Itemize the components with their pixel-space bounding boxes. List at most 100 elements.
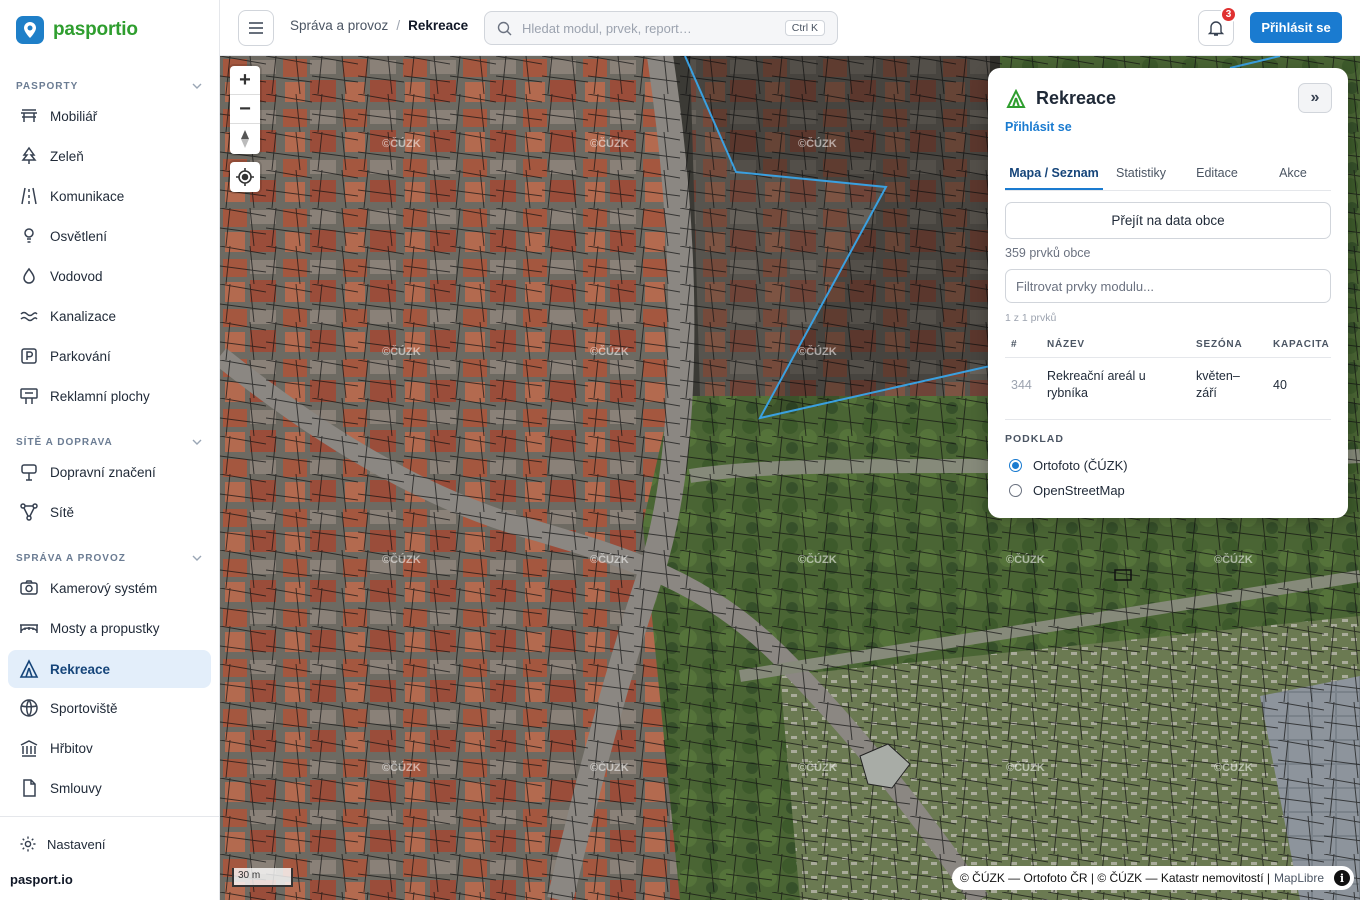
sidebar-item-parkovani[interactable]: Parkování	[8, 337, 211, 375]
menu-toggle-button[interactable]	[238, 10, 274, 46]
bridge-icon	[18, 617, 40, 639]
map-watermark: ©ČÚZK	[590, 138, 629, 150]
zoom-in-button[interactable]: +	[230, 66, 260, 95]
road-icon	[18, 185, 40, 207]
sidebar-item-label: Kamerový systém	[50, 580, 158, 596]
sidebar-item-zelen[interactable]: Zeleň	[8, 137, 211, 175]
chevron-down-icon	[192, 439, 202, 445]
sidebar-item-kanalizace[interactable]: Kanalizace	[8, 297, 211, 335]
sidebar-item-vodovod[interactable]: Vodovod	[8, 257, 211, 295]
panel-tabs: Mapa / Seznam Statistiky Editace Akce	[1005, 160, 1331, 191]
basemap-option-openstreetmap[interactable]: OpenStreetMap	[1009, 483, 1125, 498]
login-button[interactable]: Přihlásit se	[1250, 12, 1342, 43]
lamp-icon	[18, 225, 40, 247]
sidebar-item-hrbitov[interactable]: Hřbitov	[8, 729, 211, 767]
column-header-capacity[interactable]: KAPACITA	[1273, 339, 1330, 350]
search-input[interactable]: Hledat modul, prvek, report… Ctrl K	[484, 11, 838, 45]
sidebar-item-label: Mobiliář	[50, 108, 98, 124]
radio-selected[interactable]	[1009, 459, 1022, 472]
crosshair-icon	[236, 168, 254, 186]
droplet-icon	[18, 265, 40, 287]
sidebar-item-smlouvy[interactable]: Smlouvy	[8, 769, 211, 807]
brand[interactable]: pasportio	[16, 15, 138, 45]
module-panel: Rekreace » Přihlásit se Mapa / Seznam St…	[988, 68, 1348, 518]
sidebar-item-site[interactable]: Sítě	[8, 493, 211, 531]
sidebar-item-label: Osvětlení	[50, 228, 108, 244]
map-attribution: © ČÚZK — Ortofoto ČR | © ČÚZK — Katastr …	[952, 866, 1355, 890]
brand-name: pasportio	[53, 19, 138, 40]
tab-editace[interactable]: Editace	[1179, 160, 1255, 190]
hamburger-icon	[249, 22, 263, 34]
map-watermark: ©ČÚZK	[798, 138, 837, 150]
column-header-id[interactable]: #	[1011, 339, 1017, 350]
sidebar-item-label: Parkování	[50, 348, 111, 364]
bell-icon	[1207, 21, 1225, 36]
results-count: 1 z 1 prvků	[1005, 312, 1057, 324]
breadcrumb: Správa a provoz / Rekreace	[290, 18, 468, 33]
sidebar-item-komunikace[interactable]: Komunikace	[8, 177, 211, 215]
parking-icon	[18, 345, 40, 367]
zoom-out-button[interactable]: −	[230, 95, 260, 124]
sidebar-item-label: Sítě	[50, 504, 75, 520]
sidebar-item-reklamni-plochy[interactable]: Reklamní plochy	[8, 377, 211, 415]
column-header-name[interactable]: NÁZEV	[1047, 339, 1085, 350]
sidebar-item-nastaveni[interactable]: Nastavení	[18, 834, 106, 854]
info-icon[interactable]: i	[1334, 870, 1351, 886]
chevron-down-icon	[192, 83, 202, 89]
tent-icon	[1006, 88, 1026, 109]
map-watermark: ©ČÚZK	[382, 138, 421, 150]
panel-login-link[interactable]: Přihlásit se	[1005, 120, 1072, 134]
section-site-a-doprava[interactable]: SÍTĚ A DOPRAVA	[16, 435, 204, 449]
camera-icon	[18, 577, 40, 599]
zoom-controls: + −	[230, 66, 260, 154]
cell-capacity: 40	[1273, 378, 1287, 392]
map-watermark: ©ČÚZK	[798, 554, 837, 566]
collapse-panel-button[interactable]: »	[1298, 83, 1332, 113]
sidebar-item-rekreace[interactable]: Rekreace	[8, 650, 211, 688]
breadcrumb-parent[interactable]: Správa a provoz	[290, 18, 388, 33]
cell-name: Rekreační areál u rybníka	[1047, 369, 1146, 400]
landmark-icon	[18, 737, 40, 759]
column-header-season[interactable]: SEZÓNA	[1196, 339, 1242, 350]
sidebar-item-sportoviste[interactable]: Sportoviště	[8, 689, 211, 727]
tab-mapa-seznam[interactable]: Mapa / Seznam	[1005, 160, 1103, 190]
map-pin-icon	[16, 16, 44, 44]
map-watermark: ©ČÚZK	[590, 762, 629, 774]
footer-brand[interactable]: pasport.io	[10, 872, 73, 887]
sidebar-item-kamerovy-system[interactable]: Kamerový systém	[8, 569, 211, 607]
map-scale: 30 m	[232, 868, 293, 887]
sidebar-item-label: Hřbitov	[50, 740, 93, 756]
basemap-title: PODKLAD	[1005, 433, 1064, 445]
geolocate-button[interactable]	[230, 162, 260, 192]
tab-akce[interactable]: Akce	[1255, 160, 1331, 190]
map-watermark: ©ČÚZK	[382, 346, 421, 358]
basemap-option-ortofoto[interactable]: Ortofoto (ČÚZK)	[1009, 458, 1128, 473]
tree-icon	[18, 145, 40, 167]
breadcrumb-separator: /	[396, 18, 401, 33]
basemap-option-label: Ortofoto (ČÚZK)	[1033, 458, 1128, 473]
sidebar-item-mobiliar[interactable]: Mobiliář	[8, 97, 211, 135]
bench-icon	[18, 105, 40, 127]
sidebar-item-mosty-a-propustky[interactable]: Mosty a propustky	[8, 609, 211, 647]
panel-title-text: Rekreace	[1036, 88, 1117, 108]
map-watermark: ©ČÚZK	[1214, 554, 1253, 566]
tab-statistiky[interactable]: Statistiky	[1103, 160, 1179, 190]
sidebar-item-osvetleni[interactable]: Osvětlení	[8, 217, 211, 255]
map-watermark: ©ČÚZK	[382, 762, 421, 774]
gear-icon	[18, 834, 38, 854]
sidebar-item-dopravni-znaceni[interactable]: Dopravní značení	[8, 453, 211, 491]
cell-id: 344	[1011, 378, 1032, 392]
section-sprava-a-provoz[interactable]: SPRÁVA A PROVOZ	[16, 551, 204, 565]
notifications-button[interactable]: 3	[1198, 6, 1237, 46]
sidebar-item-label: Smlouvy	[50, 780, 102, 796]
panel-title: Rekreace	[1006, 88, 1116, 109]
maplibre-link[interactable]: MapLibre	[1274, 871, 1324, 885]
chevron-down-icon	[192, 555, 202, 561]
goto-municipality-data-button[interactable]: Přejít na data obce	[1005, 202, 1331, 239]
filter-input[interactable]	[1005, 269, 1331, 303]
top-bar: Správa a provoz / Rekreace Hledat modul,…	[220, 0, 1360, 56]
compass-button[interactable]	[230, 124, 260, 153]
radio-unselected[interactable]	[1009, 484, 1022, 497]
section-pasporty[interactable]: PASPORTY	[16, 79, 204, 93]
sign-icon	[18, 461, 40, 483]
